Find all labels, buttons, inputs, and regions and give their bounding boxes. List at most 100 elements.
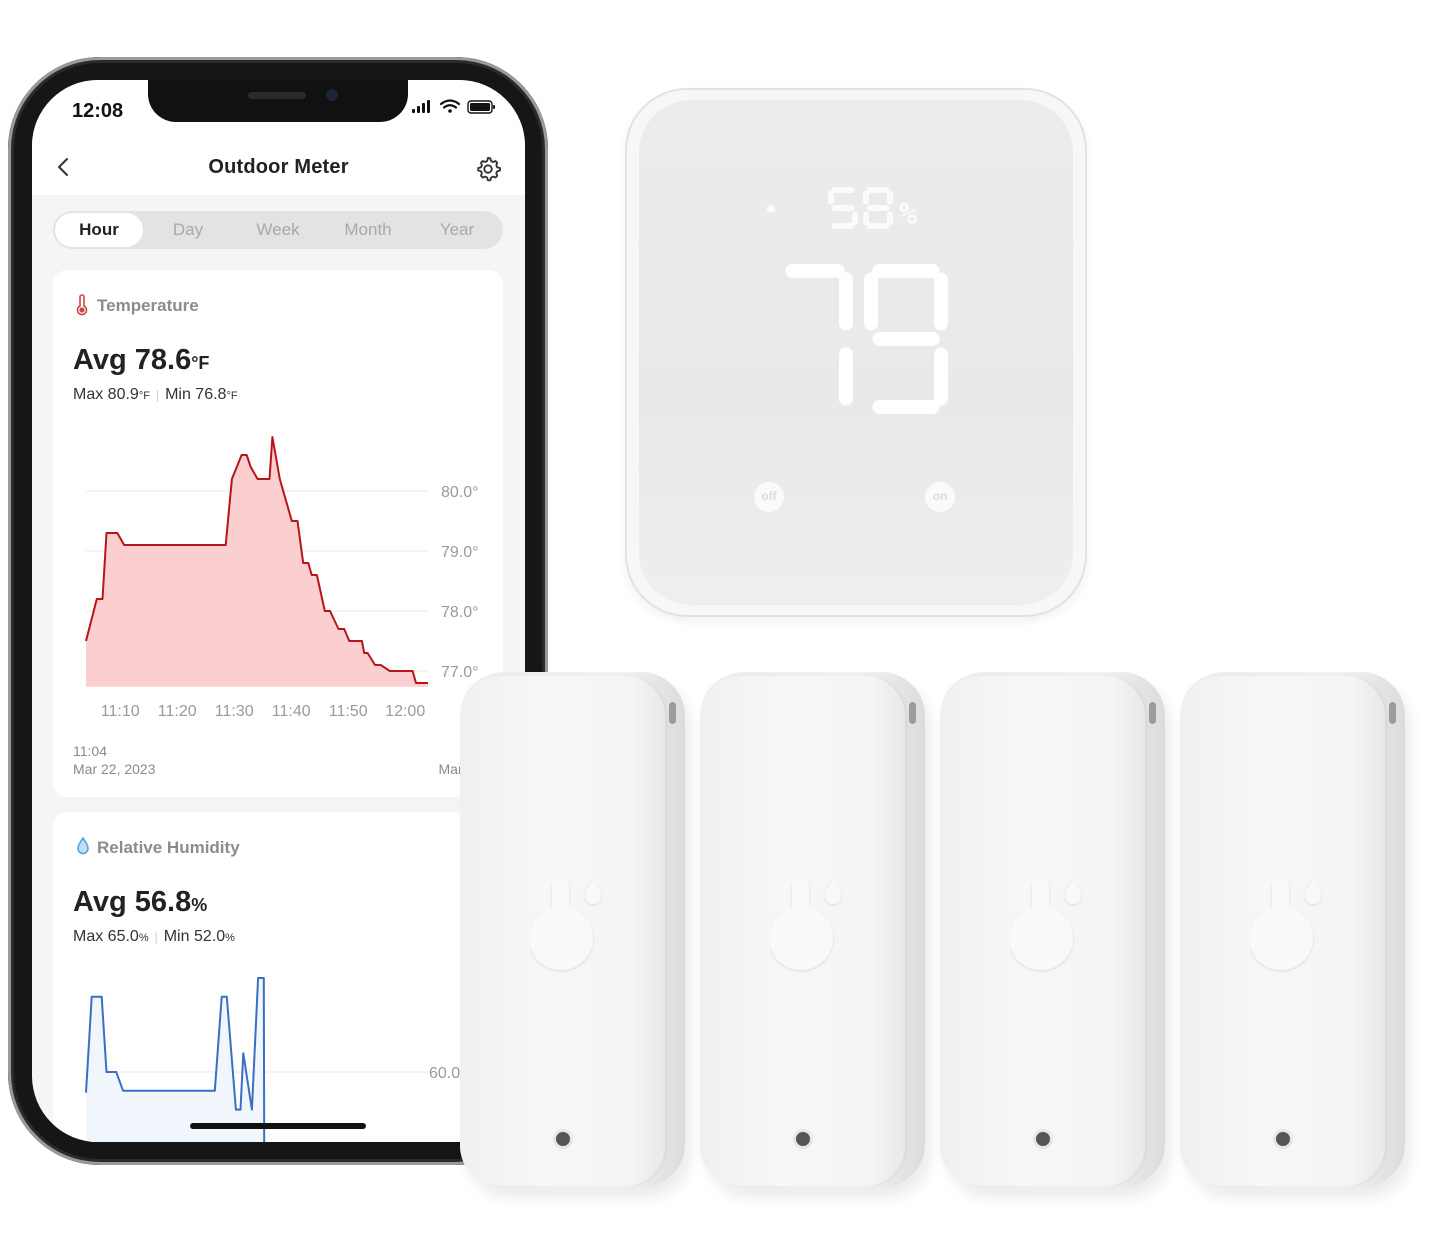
y-tick-label: 79.0°	[441, 544, 479, 561]
water-drop-icon	[77, 836, 89, 855]
divider: |	[155, 388, 160, 402]
button-hole	[796, 1132, 810, 1146]
status-time: 12:08	[72, 100, 124, 122]
start-time: 11:04	[73, 743, 107, 759]
x-tick-label: 11:10	[101, 703, 140, 720]
button-hole	[556, 1132, 570, 1146]
hub-display: %	[767, 187, 948, 414]
sensor-device	[940, 672, 1165, 1188]
temperature-avg-unit: °F	[191, 353, 210, 373]
hub-device: % off on	[625, 88, 1087, 617]
thermometer-drop-icon	[770, 878, 841, 970]
digit-segment	[831, 223, 855, 229]
home-indicator[interactable]	[190, 1123, 366, 1129]
notch	[148, 80, 408, 122]
digit-segment	[934, 272, 948, 331]
y-tick-label: 60.0	[429, 1065, 460, 1082]
digit-segment	[872, 400, 940, 414]
digit-segment	[863, 190, 869, 205]
battery-icon	[467, 100, 495, 114]
digit-segment	[887, 211, 893, 226]
tab-month[interactable]: Month	[323, 211, 413, 249]
temperature-card[interactable]: Temperature Avg 78.6°F Max 80.9°F | Min 76…	[53, 270, 521, 797]
humidity-avg-value: Avg 56.8	[73, 886, 192, 918]
tab-day[interactable]: Day	[143, 211, 233, 249]
camera	[326, 89, 338, 101]
digit-segment	[839, 347, 853, 406]
digit-segment	[866, 223, 890, 229]
signal-icon	[412, 100, 430, 113]
button-hole	[1036, 1132, 1050, 1146]
x-tick-label: 11:40	[272, 703, 311, 720]
digit-segment	[872, 264, 940, 278]
thermometer-drop-icon	[530, 878, 601, 970]
digit-segment	[866, 187, 890, 193]
wifi-icon	[439, 99, 461, 113]
y-tick-label: 80.0°	[441, 484, 479, 501]
digit-segment	[828, 190, 834, 205]
start-date: Mar 22, 2023	[73, 761, 156, 777]
humidity-max: Max 65.0	[73, 928, 139, 945]
phone-screen: 12:08 Outdoor Meter Hour Day Week Month …	[32, 80, 525, 1142]
x-tick-label: 11:50	[329, 703, 368, 720]
page-title: Outdoor Meter	[208, 156, 349, 178]
humidity-area	[86, 978, 265, 1142]
temperature-chart[interactable]: 80.0°79.0°78.0°77.0°11:10 11:20 11:30 11:40…	[53, 420, 503, 720]
chart-start: 11:04 Mar 22, 2023	[73, 742, 156, 778]
thermometer-drop-icon	[1010, 878, 1081, 970]
humidity-card[interactable]: Relative Humidity Avg 56.8% Max 65.0% | Mi…	[53, 812, 503, 1142]
digit-segment	[831, 187, 855, 193]
x-tick-label: 11:20	[158, 703, 197, 720]
lanyard-slot	[909, 702, 916, 724]
temperature-avg-value: Avg 78.6	[73, 344, 192, 376]
humidity-min: Min 52.0	[163, 928, 226, 945]
humidity-avg-unit: %	[191, 895, 208, 915]
digit-segment	[831, 205, 855, 211]
digit-segment	[866, 205, 890, 211]
off-button[interactable]: off	[754, 482, 784, 512]
humidity-unit: %	[899, 197, 917, 232]
digit-segment	[852, 211, 858, 226]
sensor-device	[700, 672, 925, 1188]
status-icons	[412, 99, 495, 114]
tab-year[interactable]: Year	[412, 211, 502, 249]
digit-segment	[872, 332, 940, 346]
digit-segment	[839, 272, 853, 331]
speaker	[248, 92, 306, 99]
tab-hour[interactable]: Hour	[55, 213, 143, 247]
indicator-dot	[767, 205, 775, 213]
button-hole	[1276, 1132, 1290, 1146]
digit-segment	[785, 264, 845, 278]
digit-segment	[863, 211, 869, 226]
sensor-device	[1180, 672, 1405, 1188]
humidity-chart[interactable]: 60.0	[53, 962, 503, 1142]
on-button[interactable]: on	[925, 482, 955, 512]
unit: °F	[226, 390, 238, 402]
digit-segment	[864, 272, 878, 331]
temperature-maxmin: Max 80.9°F | Min 76.8°F	[73, 386, 238, 404]
digit-segment	[887, 190, 893, 205]
thermometer-icon	[76, 294, 88, 316]
gear-icon[interactable]	[474, 155, 502, 183]
hub-face: % off on	[639, 100, 1073, 605]
temperature-max: Max 80.9	[73, 386, 139, 403]
lanyard-slot	[669, 702, 676, 724]
temperature-title: Temperature	[97, 296, 199, 315]
tab-week[interactable]: Week	[233, 211, 323, 249]
thermometer-drop-icon	[1250, 878, 1321, 970]
humidity-avg: Avg 56.8%	[73, 886, 207, 919]
sensor-device	[460, 672, 685, 1188]
y-tick-label: 78.0°	[441, 604, 479, 621]
digit-segment	[934, 347, 948, 406]
temperature-area	[86, 437, 428, 687]
humidity-maxmin: Max 65.0% | Min 52.0%	[73, 928, 235, 946]
divider: |	[154, 930, 158, 944]
unit: °F	[138, 390, 150, 402]
unit: %	[138, 932, 149, 944]
humidity-title: Relative Humidity	[97, 838, 240, 857]
temperature-avg: Avg 78.6°F	[73, 344, 209, 377]
range-tabs: Hour Day Week Month Year	[53, 211, 503, 249]
unit: %	[225, 932, 235, 944]
x-tick-label: 12:00	[385, 703, 425, 720]
x-tick-label: 11:30	[215, 703, 254, 720]
